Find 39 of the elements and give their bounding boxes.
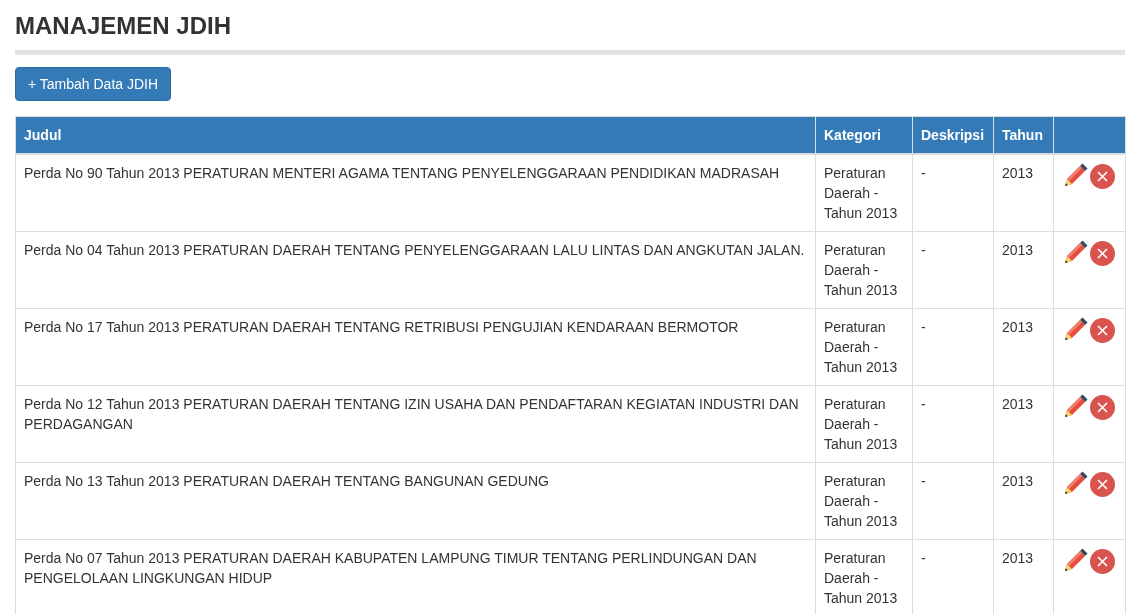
column-header: Tahun [993,116,1054,154]
table-cell: Perda No 90 Tahun 2013 PERATURAN MENTERI AGAMA TENTANG PENYELENGGARAAN PENDIDIKAN MADRASAH [15,154,816,232]
delete-icon[interactable] [1090,394,1115,420]
table-cell: - [912,154,994,232]
table-cell: 2013 [993,231,1054,309]
delete-icon[interactable] [1090,240,1115,266]
table-cell: - [912,385,994,463]
column-header: Judul [15,116,816,154]
edit-pencil-icon[interactable] [1062,163,1088,189]
table-cell: Perda No 07 Tahun 2013 PERATURAN DAERAH KABUPATEN LAMPUNG TIMUR TENTANG PERLINDUNGAN DAN PENGELOLAAN LINGKUNGAN HIDUP [15,539,816,614]
edit-pencil-icon[interactable] [1062,548,1088,574]
table-cell: Perda No 17 Tahun 2013 PERATURAN DAERAH TENTANG RETRIBUSI PENGUJIAN KENDARAAN BERMOTOR [15,308,816,386]
edit-pencil-icon[interactable] [1062,394,1088,420]
table-cell: Perda No 13 Tahun 2013 PERATURAN DAERAH TENTANG BANGUNAN GEDUNG [15,462,816,540]
table-cell: Perda No 04 Tahun 2013 PERATURAN DAERAH TENTANG PENYELENGGARAAN LALU LINTAS DAN ANGKUTAN JALAN. [15,231,816,309]
table-cell: - [912,231,994,309]
table-cell: Peraturan Daerah - Tahun 2013 [815,462,913,540]
table-cell: 2013 [993,385,1054,463]
table-cell: 2013 [993,462,1054,540]
delete-icon[interactable] [1090,548,1115,574]
table-cell: 2013 [993,154,1054,232]
edit-pencil-icon[interactable] [1062,317,1088,343]
column-header: Deskripsi [912,116,994,154]
edit-pencil-icon[interactable] [1062,240,1088,266]
column-header: Kategori [815,116,913,154]
table-cell: 2013 [993,308,1054,386]
table-cell: Peraturan Daerah - Tahun 2013 [815,154,913,232]
table-cell: Peraturan Daerah - Tahun 2013 [815,308,913,386]
table-cell: - [912,462,994,540]
delete-icon[interactable] [1090,163,1115,189]
page-title: MANAJEMEN JDIH [15,12,1125,55]
table-cell: Peraturan Daerah - Tahun 2013 [815,385,913,463]
add-data-button[interactable]: + Tambah Data JDIH [15,67,172,101]
table-cell: Perda No 12 Tahun 2013 PERATURAN DAERAH TENTANG IZIN USAHA DAN PENDAFTARAN KEGIATAN INDUSTRI DAN PERDAGANGAN [15,385,816,463]
delete-icon[interactable] [1090,471,1115,497]
edit-pencil-icon[interactable] [1062,471,1088,497]
table-cell: - [912,308,994,386]
delete-icon[interactable] [1090,317,1115,343]
table-cell: Peraturan Daerah - Tahun 2013 [815,231,913,309]
